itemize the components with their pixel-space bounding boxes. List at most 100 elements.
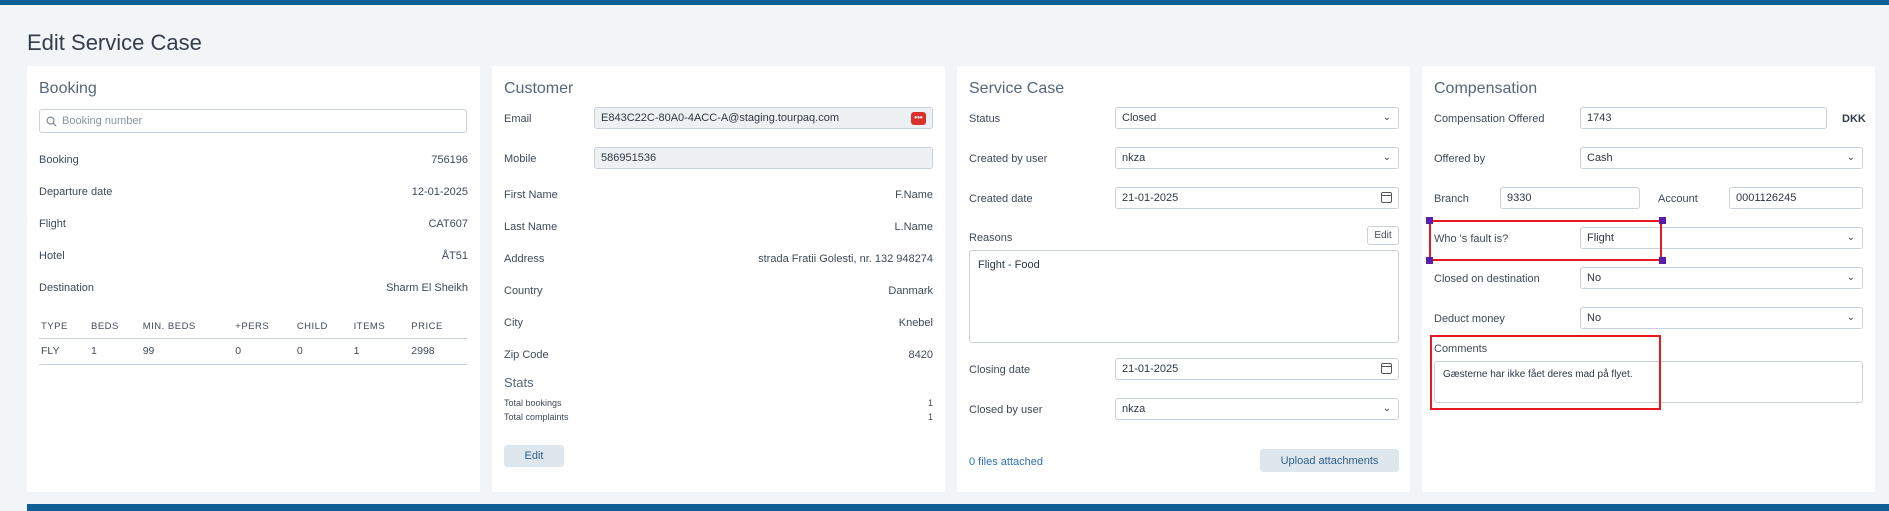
created-date-input[interactable]: 21-01-2025 xyxy=(1115,187,1399,209)
branch-label: Branch xyxy=(1434,193,1469,205)
upload-attachments-button[interactable]: Upload attachments xyxy=(1260,449,1399,472)
resize-handle[interactable] xyxy=(1659,217,1666,224)
booking-value-flight: CAT607 xyxy=(428,218,468,230)
reasons-box[interactable]: Flight - Food xyxy=(969,250,1399,343)
customer-title: Customer xyxy=(504,80,574,97)
customer-value-country: Danmark xyxy=(888,285,933,297)
booking-value-booking: 756196 xyxy=(431,154,468,166)
chevron-down-icon: ⌄ xyxy=(1382,403,1391,414)
booking-value-destination: Sharm El Sheikh xyxy=(386,282,468,294)
chevron-down-icon: ⌄ xyxy=(1382,152,1391,163)
reasons-value: Flight - Food xyxy=(978,259,1040,271)
booking-label-departure: Departure date xyxy=(39,186,113,198)
account-label: Account xyxy=(1658,193,1698,205)
table-header: TYPE xyxy=(39,317,89,339)
closing-date-input[interactable]: 21-01-2025 xyxy=(1115,358,1399,380)
status-select[interactable]: Closed ⌄ xyxy=(1115,107,1399,129)
mobile-field[interactable]: 586951536 xyxy=(594,147,933,169)
service-case-card: Service Case Status Closed ⌄ Created by … xyxy=(957,66,1410,492)
reasons-edit-button[interactable]: Edit xyxy=(1367,226,1399,245)
search-icon xyxy=(46,116,57,127)
customer-label-address: Address xyxy=(504,253,545,265)
table-header: MIN. BEDS xyxy=(140,317,234,339)
booking-label-booking: Booking xyxy=(39,154,79,166)
table-header: PRICE xyxy=(409,317,467,339)
offered-by-value: Cash xyxy=(1587,152,1613,164)
created-by-value: nkza xyxy=(1122,152,1146,164)
compensation-offered-input[interactable]: 1743 xyxy=(1580,107,1827,129)
created-date-label: Created date xyxy=(969,193,1033,205)
created-by-select[interactable]: nkza ⌄ xyxy=(1115,147,1399,169)
resize-handle[interactable] xyxy=(1426,217,1433,224)
branch-input[interactable]: 9330 xyxy=(1500,187,1640,209)
booking-value-hotel: ÅT51 xyxy=(441,250,468,262)
fault-highlight-box xyxy=(1429,220,1662,261)
closed-destination-value: No xyxy=(1587,272,1602,284)
closed-destination-label: Closed on destination xyxy=(1434,273,1540,285)
deduct-money-select[interactable]: No ⌄ xyxy=(1580,307,1863,329)
email-label: Email xyxy=(504,113,532,125)
offered-by-select[interactable]: Cash ⌄ xyxy=(1580,147,1863,169)
table-cell: 1 xyxy=(351,338,410,365)
customer-label-first-name: First Name xyxy=(504,189,558,201)
table-header-row: TYPE BEDS MIN. BEDS +PERS CHILD ITEMS PR… xyxy=(39,317,467,339)
chevron-down-icon: ⌄ xyxy=(1846,272,1855,283)
closed-by-label: Closed by user xyxy=(969,404,1043,416)
compensation-card: Compensation Compensation Offered 1743 D… xyxy=(1422,66,1875,492)
bottom-accent-bar xyxy=(27,504,1889,511)
account-input[interactable]: 0001126245 xyxy=(1729,187,1863,209)
closed-by-select[interactable]: nkza ⌄ xyxy=(1115,398,1399,420)
status-value: Closed xyxy=(1122,112,1157,124)
password-manager-icon[interactable]: ••• xyxy=(911,112,926,125)
table-cell: 2998 xyxy=(409,338,467,365)
chevron-down-icon: ⌄ xyxy=(1846,152,1855,163)
booking-label-flight: Flight xyxy=(39,218,66,230)
customer-label-zip: Zip Code xyxy=(504,349,549,361)
table-cell: 0 xyxy=(294,338,352,365)
customer-edit-button[interactable]: Edit xyxy=(504,445,564,467)
closed-destination-select[interactable]: No ⌄ xyxy=(1580,267,1863,289)
customer-label-country: Country xyxy=(504,285,543,297)
calendar-icon[interactable] xyxy=(1381,192,1392,203)
customer-label-city: City xyxy=(504,317,523,329)
files-attached-link[interactable]: 0 files attached xyxy=(969,456,1043,468)
compensation-offered-value: 1743 xyxy=(1587,112,1612,124)
closing-date-label: Closing date xyxy=(969,364,1031,376)
booking-search-placeholder: Booking number xyxy=(62,115,143,127)
table-row: FLY 1 99 0 0 1 2998 xyxy=(39,338,467,365)
account-value: 0001126245 xyxy=(1736,192,1797,204)
table-cell: 99 xyxy=(140,338,234,365)
table-header: BEDS xyxy=(88,317,141,339)
resize-handle[interactable] xyxy=(1426,257,1433,264)
booking-search-input[interactable]: Booking number xyxy=(39,109,467,133)
table-header: +PERS xyxy=(233,317,295,339)
email-field[interactable]: E843C22C-80A0-4ACC-A@staging.tourpaq.com… xyxy=(594,107,933,129)
service-case-title: Service Case xyxy=(969,80,1065,97)
booking-items-table: TYPE BEDS MIN. BEDS +PERS CHILD ITEMS PR… xyxy=(39,317,467,365)
customer-value-first-name: F.Name xyxy=(895,189,933,201)
booking-title: Booking xyxy=(39,80,97,97)
top-accent-bar xyxy=(0,0,1889,5)
chevron-down-icon: ⌄ xyxy=(1846,312,1855,323)
customer-value-zip: 8420 xyxy=(908,349,933,361)
email-value: E843C22C-80A0-4ACC-A@staging.tourpaq.com xyxy=(601,112,840,124)
status-label: Status xyxy=(969,113,1001,125)
comments-highlight-box xyxy=(1430,335,1661,410)
currency-label: DKK xyxy=(1842,113,1866,125)
table-cell: 0 xyxy=(233,338,295,365)
created-date-value: 21-01-2025 xyxy=(1122,192,1179,204)
customer-label-last-name: Last Name xyxy=(504,221,558,233)
stats-value-total-bookings: 1 xyxy=(927,398,933,408)
customer-value-city: Knebel xyxy=(898,317,933,329)
closed-by-value: nkza xyxy=(1122,403,1146,415)
branch-value: 9330 xyxy=(1507,192,1532,204)
resize-handle[interactable] xyxy=(1659,257,1666,264)
booking-card: Booking Booking number Booking 756196 De… xyxy=(27,66,480,492)
customer-value-last-name: L.Name xyxy=(894,221,933,233)
stats-title: Stats xyxy=(504,375,534,390)
page-title: Edit Service Case xyxy=(27,30,202,55)
mobile-value: 586951536 xyxy=(601,152,657,164)
created-by-label: Created by user xyxy=(969,153,1048,165)
calendar-icon[interactable] xyxy=(1381,363,1392,374)
reasons-label: Reasons xyxy=(969,232,1013,244)
